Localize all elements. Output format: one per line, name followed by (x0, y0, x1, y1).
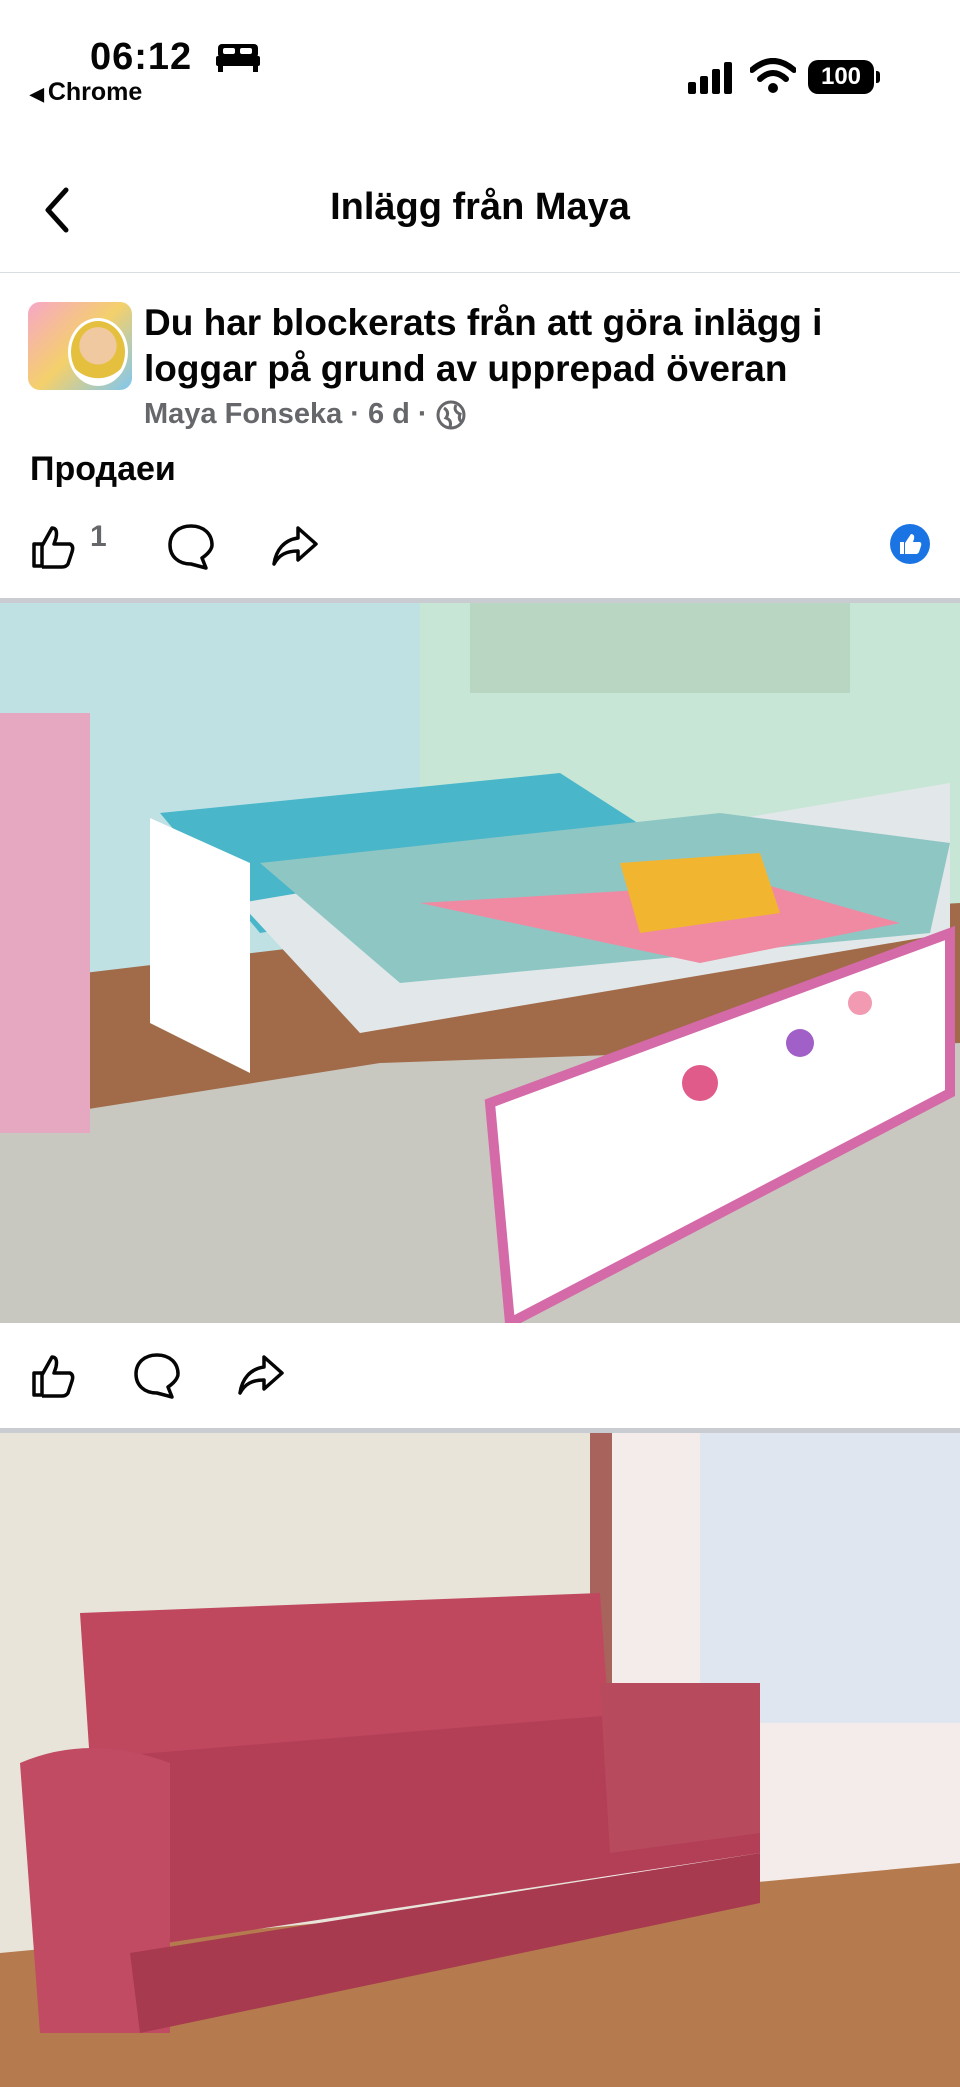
share-icon[interactable] (236, 1351, 286, 1401)
thumbs-up-icon (900, 534, 922, 554)
meta-separator: · (350, 398, 360, 430)
bed-icon (216, 44, 260, 72)
post-title[interactable]: Du har blockerats från att göra inlägg i… (144, 300, 944, 392)
comment-icon[interactable] (166, 522, 216, 572)
like-icon[interactable] (28, 1351, 78, 1401)
post-actions: 1 (0, 508, 960, 588)
back-triangle-icon: ◀ (30, 84, 44, 104)
bed-photo[interactable] (0, 603, 960, 1323)
like-reaction-icon (890, 524, 930, 564)
comment-icon[interactable] (132, 1351, 182, 1401)
globe-icon (436, 400, 466, 429)
battery-icon: 100 (808, 60, 880, 94)
status-bar: 06:12 ◀ Chrome 100 (0, 0, 960, 130)
clock: 06:12 (90, 36, 193, 78)
meta-separator: · (417, 398, 428, 430)
wifi-icon (750, 58, 796, 93)
signal-icon (688, 62, 732, 94)
post-age[interactable]: 6 d (368, 398, 410, 431)
bed-illustration (0, 603, 960, 1323)
back-app-label: Chrome (47, 78, 143, 106)
sofa-photo[interactable] (0, 1433, 960, 2087)
post-header: Du har blockerats från att göra inlägg i… (0, 272, 960, 452)
author-name[interactable]: Maya Fonseka (144, 398, 342, 431)
photo-actions (0, 1323, 960, 1428)
like-count: 1 (90, 520, 107, 553)
share-icon[interactable] (270, 522, 320, 572)
sofa-illustration (0, 1433, 960, 2087)
post-text: Продаеи (30, 450, 176, 488)
like-icon[interactable] (28, 522, 78, 572)
navbar: Inlägg från Maya (0, 160, 960, 273)
avatar[interactable] (28, 302, 132, 390)
back-to-app-link[interactable]: ◀ Chrome (30, 78, 142, 107)
avatar-face (68, 318, 128, 386)
post-meta: Maya Fonseka · 6 d · (144, 398, 466, 431)
page-title: Inlägg från Maya (330, 186, 630, 228)
